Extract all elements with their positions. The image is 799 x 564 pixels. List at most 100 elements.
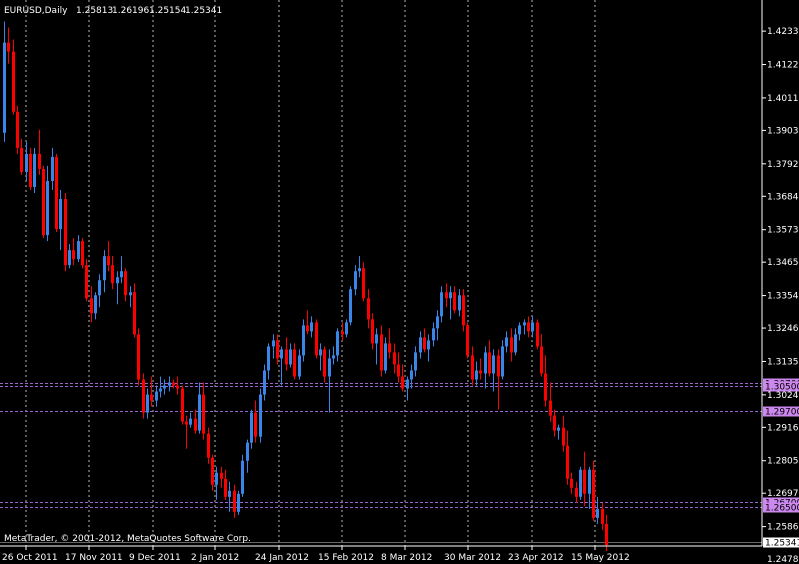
candle-body[interactable] [302, 325, 305, 356]
candle-body[interactable] [423, 337, 426, 350]
candle-body[interactable] [371, 319, 374, 344]
candle-body[interactable] [155, 391, 158, 401]
candle-body[interactable] [233, 490, 236, 512]
candle-body[interactable] [393, 352, 396, 365]
candle-body[interactable] [531, 322, 534, 332]
candle-body[interactable] [7, 42, 10, 52]
candle-body[interactable] [150, 394, 153, 401]
candle-body[interactable] [510, 337, 513, 353]
candle-body[interactable] [388, 343, 391, 353]
candle-body[interactable] [241, 460, 244, 494]
candle-body[interactable] [137, 334, 140, 380]
candle-body[interactable] [523, 322, 526, 326]
candle-body[interactable] [237, 493, 240, 512]
candle-body[interactable] [380, 334, 383, 371]
candle-body[interactable] [72, 250, 75, 260]
candle-body[interactable] [458, 295, 461, 311]
candle-body[interactable] [246, 442, 249, 461]
candle-body[interactable] [285, 349, 288, 365]
candle-body[interactable] [293, 349, 296, 377]
candle-body[interactable] [345, 322, 348, 335]
candle-body[interactable] [220, 472, 223, 479]
candle-body[interactable] [159, 388, 162, 392]
candle-body[interactable] [3, 42, 6, 133]
candle-body[interactable] [336, 331, 339, 356]
candle-body[interactable] [406, 379, 409, 389]
candle-body[interactable] [384, 343, 387, 371]
candle-body[interactable] [263, 370, 266, 395]
candle-body[interactable] [397, 364, 400, 377]
candle-body[interactable] [12, 51, 15, 112]
candle-body[interactable] [306, 325, 309, 332]
candle-body[interactable] [133, 292, 136, 335]
candle-body[interactable] [601, 508, 604, 524]
candle-body[interactable] [211, 457, 214, 485]
candle-body[interactable] [579, 469, 582, 497]
candle-body[interactable] [588, 469, 591, 494]
candle-body[interactable] [38, 153, 41, 169]
candle-body[interactable] [575, 487, 578, 497]
candle-body[interactable] [462, 295, 465, 326]
candle-body[interactable] [566, 445, 569, 479]
candle-body[interactable] [259, 394, 262, 437]
candle-body[interactable] [163, 385, 166, 389]
candle-body[interactable] [81, 241, 84, 266]
candle-body[interactable] [553, 415, 556, 431]
candle-body[interactable] [254, 412, 257, 437]
candle-body[interactable] [20, 147, 23, 172]
candle-body[interactable] [185, 421, 188, 425]
candle-body[interactable] [146, 394, 149, 413]
candle-body[interactable] [453, 292, 456, 311]
candle-body[interactable] [583, 469, 586, 494]
candle-body[interactable] [354, 271, 357, 290]
candle-body[interactable] [332, 355, 335, 359]
candle-body[interactable] [466, 325, 469, 356]
candle-body[interactable] [436, 316, 439, 329]
candle-body[interactable] [349, 289, 352, 323]
candle-body[interactable] [68, 250, 71, 266]
candle-body[interactable] [59, 199, 62, 230]
candle-body[interactable] [410, 370, 413, 380]
candle-body[interactable] [33, 153, 36, 187]
candle-body[interactable] [479, 370, 482, 374]
candle-body[interactable] [549, 400, 552, 416]
candle-body[interactable] [527, 322, 530, 332]
candle-body[interactable] [194, 418, 197, 431]
candle-body[interactable] [276, 340, 279, 359]
candle-body[interactable] [488, 352, 491, 374]
candle-body[interactable] [51, 156, 54, 181]
candle-body[interactable] [557, 427, 560, 431]
candle-body[interactable] [29, 153, 32, 187]
candle-body[interactable] [440, 292, 443, 317]
candle-body[interactable] [319, 349, 322, 356]
candle-body[interactable] [449, 292, 452, 299]
candle-body[interactable] [570, 478, 573, 488]
price-chart[interactable]: 1.42330 1.41220 1.40110 1.39030 1.37920 1.368… [0, 0, 799, 564]
candle-body[interactable] [471, 355, 474, 380]
candle-body[interactable] [42, 168, 45, 236]
candle-body[interactable] [298, 355, 301, 377]
candle-body[interactable] [228, 490, 231, 497]
candle-body[interactable] [497, 355, 500, 377]
candle-body[interactable] [16, 111, 19, 148]
candle-body[interactable] [501, 346, 504, 377]
candle-body[interactable] [77, 241, 80, 260]
candle-body[interactable] [475, 370, 478, 380]
candle-body[interactable] [94, 295, 97, 314]
candle-body[interactable] [124, 271, 127, 296]
candle-body[interactable] [103, 256, 106, 281]
candle-body[interactable] [172, 382, 175, 386]
candle-body[interactable] [198, 394, 201, 431]
candle-body[interactable] [505, 337, 508, 347]
candle-body[interactable] [202, 394, 205, 434]
candle-body[interactable] [362, 268, 365, 299]
candle-body[interactable] [432, 328, 435, 341]
candle-body[interactable] [592, 469, 595, 518]
candle-body[interactable] [207, 433, 210, 458]
candle-body[interactable] [401, 376, 404, 389]
candle-body[interactable] [341, 331, 344, 335]
candle-body[interactable] [120, 271, 123, 278]
candle-body[interactable] [98, 280, 101, 296]
candle-body[interactable] [25, 153, 28, 172]
candle-body[interactable] [107, 256, 110, 266]
